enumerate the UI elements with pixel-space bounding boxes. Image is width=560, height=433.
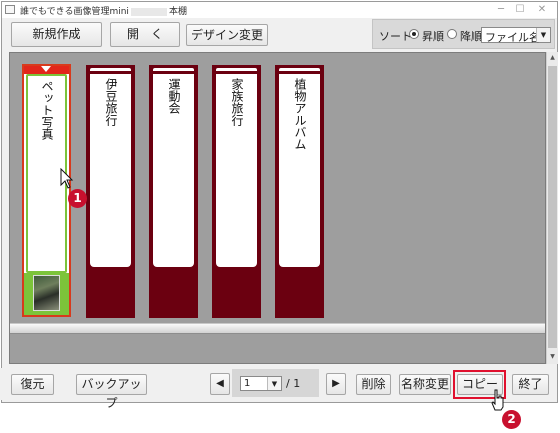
chevron-down-icon: ▼	[536, 28, 550, 42]
binder-plant-album[interactable]: 植物アルバム	[275, 65, 324, 318]
binder-sports-day[interactable]: 運動会	[149, 65, 198, 318]
binder-pet-photos[interactable]: ペット写真	[22, 64, 71, 317]
sort-field-select[interactable]: ファイル名 ▼	[481, 27, 551, 44]
sort-desc-radio[interactable]	[447, 29, 457, 39]
binder-label: 家族旅行	[216, 74, 257, 267]
exit-button[interactable]: 終了	[512, 374, 549, 395]
close-icon[interactable]: ✕	[534, 3, 550, 16]
prev-page-button[interactable]: ◀	[210, 373, 230, 395]
sort-asc-radio[interactable]	[409, 29, 419, 39]
binder-label: 植物アルバム	[279, 74, 320, 267]
design-change-button[interactable]: デザイン変更	[186, 24, 268, 46]
open-button[interactable]: 開 く	[110, 22, 180, 47]
delete-button[interactable]: 削除	[356, 374, 391, 395]
scroll-down-icon[interactable]: ▼	[548, 352, 557, 362]
new-button[interactable]: 新規作成	[11, 22, 102, 47]
vertical-scrollbar[interactable]: ▲ ▼	[546, 52, 558, 364]
page-total: / 1	[286, 377, 301, 390]
sort-panel: ソート 昇順 降順 ファイル名 ▼	[372, 19, 555, 49]
bookshelf: ペット写真 伊豆旅行 運動会 家族旅行 植物アルバム	[9, 52, 546, 364]
restore-button[interactable]: 復元	[11, 374, 54, 395]
binder-family-trip[interactable]: 家族旅行	[212, 65, 261, 318]
triangle-right-icon: ▶	[332, 378, 340, 389]
app-icon	[5, 5, 15, 14]
binder-izu-trip[interactable]: 伊豆旅行	[86, 65, 135, 318]
binder-label: 伊豆旅行	[90, 74, 131, 267]
backup-button[interactable]: バックアップ	[76, 374, 147, 410]
triangle-down-icon	[41, 66, 51, 72]
minimize-icon[interactable]: ─	[493, 3, 509, 16]
scroll-thumb[interactable]	[548, 66, 557, 348]
sort-label: ソート	[379, 30, 412, 43]
rename-button[interactable]: 名称変更	[399, 374, 451, 395]
maximize-icon[interactable]: ☐	[512, 3, 528, 16]
next-page-button[interactable]: ▶	[326, 373, 346, 395]
window-title: 誰でもできる画像管理mini 本棚	[20, 7, 187, 17]
sort-asc-label: 昇順	[422, 30, 444, 43]
step-badge-1: 1	[68, 189, 87, 208]
chevron-down-icon: ▼	[267, 377, 281, 390]
mouse-cursor-icon	[60, 168, 74, 189]
triangle-left-icon: ◀	[216, 378, 224, 389]
step-badge-2: 2	[502, 410, 521, 429]
page-select[interactable]: 1 ▼	[240, 376, 282, 391]
hand-cursor-icon	[491, 389, 504, 411]
binder-thumbnail-band	[24, 273, 69, 315]
sort-desc-label: 降順	[460, 30, 482, 43]
scroll-up-icon[interactable]: ▲	[548, 53, 557, 63]
title-bar: 誰でもできる画像管理mini 本棚 ─ ☐ ✕	[2, 2, 557, 18]
selected-marker	[24, 66, 69, 74]
binder-label: 運動会	[153, 74, 194, 267]
dog-photo-thumbnail	[33, 275, 60, 311]
shelf-divider	[10, 323, 545, 334]
